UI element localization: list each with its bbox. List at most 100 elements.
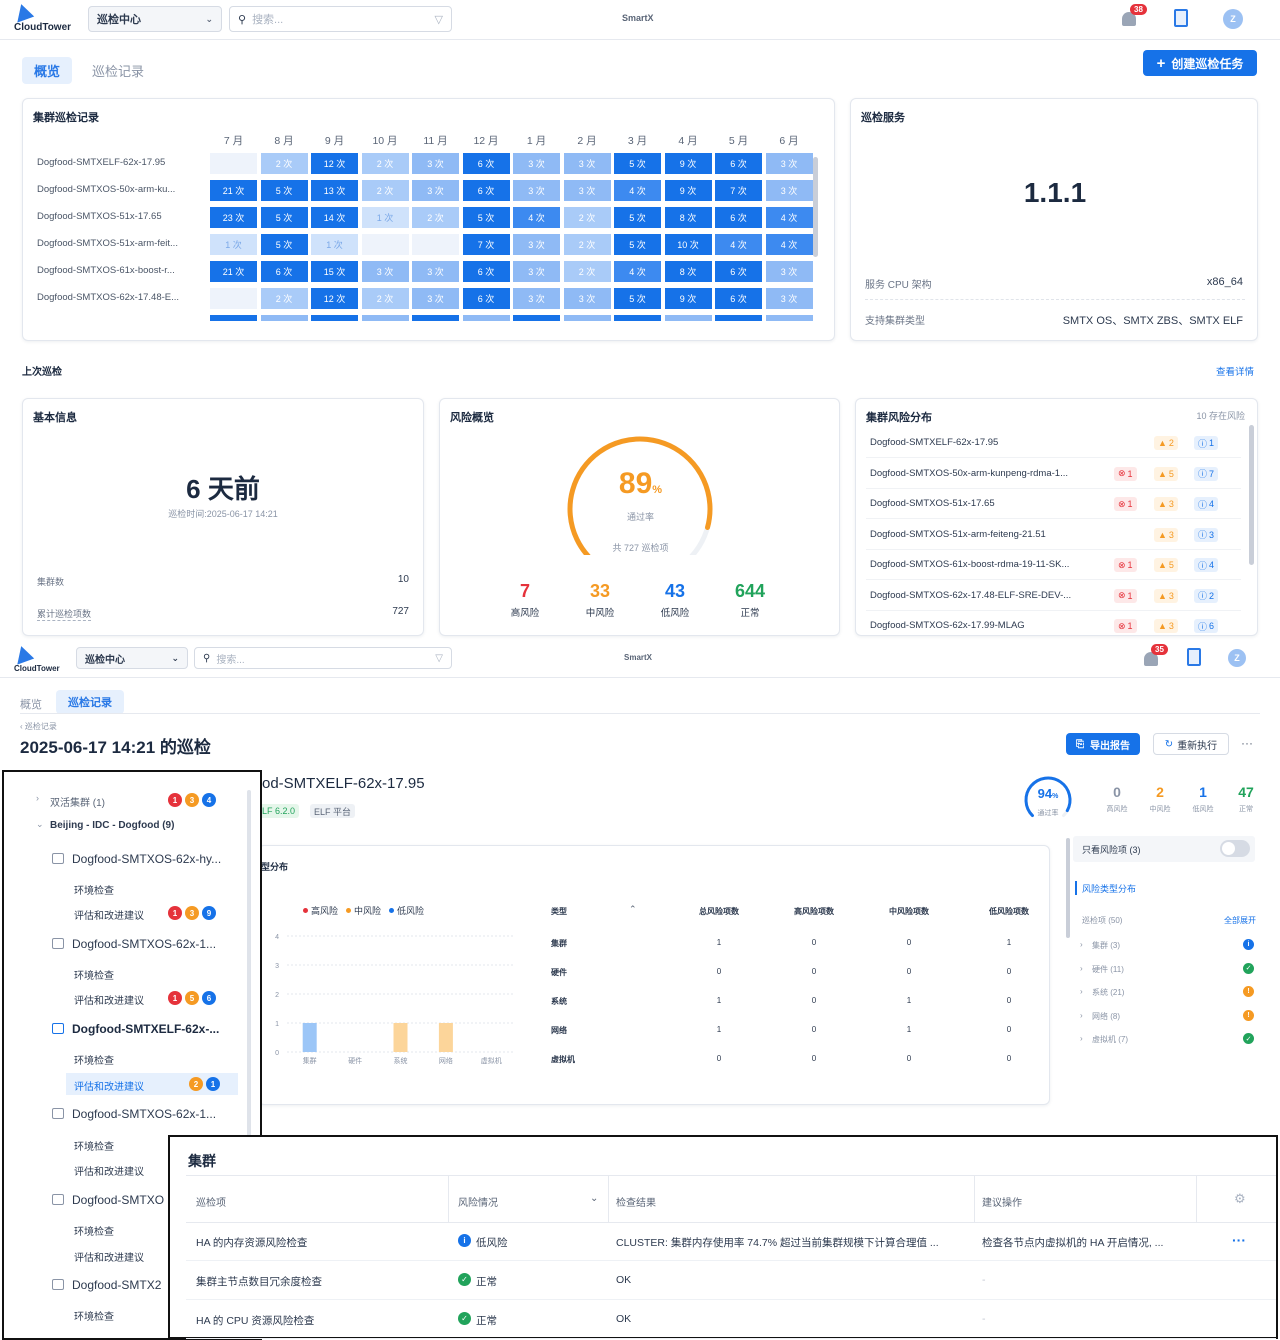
- avatar[interactable]: Z: [1223, 9, 1243, 29]
- tree-leaf-label[interactable]: 评估和改进建议: [74, 992, 144, 1007]
- tree-group-label[interactable]: Beijing - IDC - Dogfood (9): [50, 820, 174, 831]
- heatmap-cell[interactable]: 5 次: [614, 288, 661, 309]
- tree-leaf-label[interactable]: 环境检查: [74, 1308, 114, 1323]
- heatmap-cell[interactable]: 9 次: [664, 180, 712, 201]
- tree-cluster-label[interactable]: Dogfood-SMTXOS-62x-hy...: [72, 852, 221, 866]
- heatmap-cell[interactable]: 3 次: [361, 261, 409, 282]
- heatmap-scrollbar[interactable]: [813, 157, 818, 257]
- chart-bar-系统[interactable]: [393, 1023, 408, 1052]
- tab-records[interactable]: 巡检记录: [80, 57, 156, 84]
- heatmap-cell[interactable]: 2 次: [563, 234, 611, 255]
- expand-all-link[interactable]: 全部展开: [1224, 915, 1256, 926]
- risk-dist-row-name[interactable]: Dogfood-SMTXOS-51x-arm-feiteng-21.51: [870, 529, 1046, 540]
- only-risk-toggle[interactable]: [1220, 840, 1250, 857]
- module-select[interactable]: 巡检中心 ⌄: [88, 6, 222, 32]
- heatmap-cell[interactable]: 6 次: [462, 261, 510, 282]
- heatmap-cell[interactable]: 3 次: [513, 180, 560, 201]
- risk-dist-row-name[interactable]: Dogfood-SMTXOS-62x-17.99-MLAG: [870, 620, 1025, 631]
- tree-leaf-label[interactable]: 评估和改进建议: [74, 1249, 144, 1264]
- heatmap-cell[interactable]: 12 次: [311, 288, 358, 309]
- tree-cluster-label[interactable]: Dogfood-SMTX2: [72, 1278, 161, 1292]
- chevron-right-icon[interactable]: ›: [1080, 1011, 1083, 1020]
- heatmap-cell[interactable]: 4 次: [765, 234, 813, 255]
- heatmap-cell[interactable]: 21 次: [210, 180, 257, 201]
- heatmap-cell[interactable]: [361, 234, 409, 255]
- heatmap-cell[interactable]: 5 次: [614, 153, 661, 174]
- heatmap-cell[interactable]: 2 次: [260, 288, 308, 309]
- logo[interactable]: CloudTower: [11, 1, 71, 33]
- heatmap-cell[interactable]: 3 次: [765, 153, 813, 174]
- heatmap-cell[interactable]: 3 次: [513, 288, 560, 309]
- heatmap-cell[interactable]: 3 次: [412, 288, 459, 309]
- chevron-icon[interactable]: ⌄: [36, 819, 44, 830]
- view-detail-link[interactable]: 查看详情: [1216, 364, 1254, 378]
- heatmap-cell[interactable]: 3 次: [513, 261, 560, 282]
- more-actions-button[interactable]: ···: [1241, 736, 1253, 750]
- tree-cluster-label[interactable]: Dogfood-SMTXELF-62x-...: [72, 1022, 219, 1036]
- heatmap-cell[interactable]: 4 次: [715, 234, 762, 255]
- risk-dist-row-name[interactable]: Dogfood-SMTXOS-50x-arm-kunpeng-rdma-1...: [870, 468, 1068, 479]
- category-label[interactable]: 集群 (3): [1092, 940, 1120, 951]
- heatmap-cell[interactable]: 2 次: [412, 207, 459, 228]
- tree-leaf-label[interactable]: 评估和改进建议: [74, 907, 144, 922]
- heatmap-cell[interactable]: 3 次: [765, 180, 813, 201]
- heatmap-cell[interactable]: 2 次: [361, 153, 409, 174]
- heatmap-cell[interactable]: 6 次: [462, 288, 510, 309]
- risk-dist-row-name[interactable]: Dogfood-SMTXOS-51x-17.65: [870, 498, 995, 509]
- category-label[interactable]: 网络 (8): [1092, 1011, 1120, 1022]
- tree-leaf-label[interactable]: 评估和改进建议: [74, 1078, 144, 1093]
- heatmap-cell[interactable]: 8 次: [664, 261, 712, 282]
- heatmap-cell[interactable]: 4 次: [614, 180, 661, 201]
- tree-cluster-label[interactable]: Dogfood-SMTXOS-62x-1...: [72, 937, 216, 951]
- filter-icon[interactable]: ▽: [435, 13, 443, 26]
- row-more-button[interactable]: ···: [1232, 1232, 1246, 1248]
- search-input-2[interactable]: ⚲ 搜索... ▽: [194, 647, 452, 669]
- heatmap-cell[interactable]: 15 次: [311, 261, 358, 282]
- tree-leaf-label[interactable]: 环境检查: [74, 967, 114, 982]
- chevron-up-icon[interactable]: ⌃: [629, 904, 637, 915]
- breadcrumb[interactable]: ‹ 巡检记录: [20, 721, 57, 732]
- search-input[interactable]: ⚲ 搜索... ▽: [229, 6, 452, 32]
- heatmap-cell[interactable]: 5 次: [614, 207, 661, 228]
- risk-dist-row-name[interactable]: Dogfood-SMTXOS-61x-boost-rdma-19-11-SK..…: [870, 559, 1069, 570]
- heatmap-cell[interactable]: 5 次: [260, 207, 308, 228]
- heatmap-cell[interactable]: 3 次: [513, 153, 560, 174]
- heatmap-cell[interactable]: 6 次: [462, 153, 510, 174]
- category-label[interactable]: 硬件 (11): [1092, 964, 1124, 975]
- category-label[interactable]: 系统 (21): [1092, 987, 1124, 998]
- chevron-right-icon[interactable]: ›: [1080, 964, 1083, 973]
- heatmap-cell[interactable]: 7 次: [462, 234, 510, 255]
- heatmap-cell[interactable]: 6 次: [715, 288, 762, 309]
- tree-leaf-label[interactable]: 环境检查: [74, 1138, 114, 1153]
- tab-overview[interactable]: 概览: [22, 57, 73, 84]
- heatmap-cell[interactable]: 4 次: [513, 207, 560, 228]
- heatmap-cell[interactable]: 6 次: [715, 207, 762, 228]
- chevron-right-icon[interactable]: ›: [1080, 987, 1083, 996]
- heatmap-cell[interactable]: 4 次: [614, 261, 661, 282]
- tree-leaf-label[interactable]: 评估和改进建议: [74, 1163, 144, 1178]
- report-icon[interactable]: [1187, 648, 1201, 666]
- category-label[interactable]: 虚拟机 (7): [1092, 1034, 1128, 1045]
- heatmap-cell[interactable]: 5 次: [614, 234, 661, 255]
- heatmap-cell[interactable]: 3 次: [765, 261, 813, 282]
- chevron-icon[interactable]: ›: [36, 793, 39, 803]
- heatmap-cell[interactable]: 6 次: [260, 261, 308, 282]
- chevron-right-icon[interactable]: ›: [1080, 1034, 1083, 1043]
- module-select-2[interactable]: 巡检中心 ⌄: [76, 647, 188, 669]
- heatmap-cell[interactable]: 5 次: [260, 180, 308, 201]
- chevron-right-icon[interactable]: ›: [1080, 940, 1083, 949]
- heatmap-cell[interactable]: 9 次: [664, 288, 712, 309]
- heatmap-cell[interactable]: 3 次: [412, 180, 459, 201]
- heatmap-cell[interactable]: 1 次: [361, 207, 409, 228]
- heatmap-cell[interactable]: 2 次: [361, 288, 409, 309]
- heatmap-cell[interactable]: 3 次: [513, 234, 560, 255]
- tree-group-label[interactable]: 双活集群 (1): [50, 794, 105, 809]
- heatmap-cell[interactable]: 5 次: [260, 234, 308, 255]
- heatmap-cell[interactable]: 1 次: [210, 234, 257, 255]
- rerun-button[interactable]: ↻ 重新执行: [1153, 733, 1229, 755]
- logo-2[interactable]: CloudTower: [11, 643, 60, 673]
- heatmap-cell[interactable]: 9 次: [664, 153, 712, 174]
- create-task-button[interactable]: + 创建巡检任务: [1143, 50, 1257, 76]
- chart-bar-集群[interactable]: [302, 1023, 317, 1052]
- heatmap-cell[interactable]: 21 次: [210, 261, 257, 282]
